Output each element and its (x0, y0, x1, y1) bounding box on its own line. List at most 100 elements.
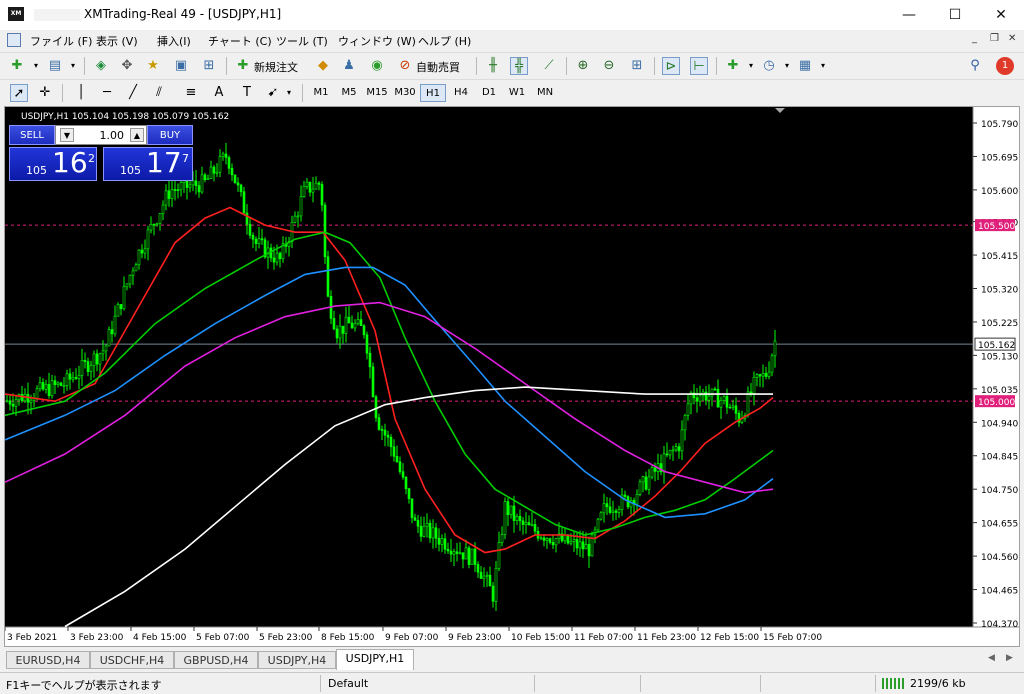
candle-body (641, 476, 645, 483)
menu-file[interactable]: ファイル (F) (30, 33, 92, 49)
tab-usdjpy-h1[interactable]: USDJPY,H1 (336, 649, 414, 670)
navigator-star-icon[interactable]: ★ (144, 57, 162, 75)
menu-chart[interactable]: チャート (C) (208, 33, 272, 49)
candle-body (71, 377, 75, 380)
auto-trading-button[interactable]: 自動売買 (416, 59, 460, 75)
candle-body (497, 542, 501, 569)
timeframe-m15[interactable]: M15 (364, 84, 390, 102)
auto-trading-icon[interactable]: ⊘ (396, 57, 414, 75)
lot-increase-icon[interactable]: ▲ (130, 128, 144, 142)
candle-body (587, 544, 591, 557)
horizontal-line-icon[interactable]: ─ (98, 84, 116, 102)
tab-eurusd-h4[interactable]: EURUSD,H4 (6, 651, 90, 669)
candle-body (125, 283, 129, 288)
text-icon[interactable]: A (210, 84, 228, 102)
timeframe-d1[interactable]: D1 (476, 84, 502, 102)
arrows-dropdown-icon[interactable]: ▾ (280, 84, 298, 102)
periods-icon[interactable]: ◷ (760, 57, 778, 75)
new-chart-icon[interactable]: ✚ (8, 57, 26, 75)
candle-body (356, 319, 360, 325)
search-icon[interactable]: ⚲ (966, 57, 984, 75)
candle-body (179, 182, 183, 191)
periods-dropdown-icon[interactable]: ▾ (778, 57, 796, 75)
profiles-dropdown-icon[interactable]: ▾ (64, 57, 82, 75)
tile-windows-icon[interactable]: ⊞ (628, 57, 646, 75)
crosshair-icon[interactable]: ✛ (36, 84, 54, 102)
vertical-line-icon[interactable]: │ (72, 84, 90, 102)
candle-body (551, 542, 555, 546)
line-chart-icon[interactable]: ⟋ (540, 57, 558, 75)
candle-body (206, 178, 210, 181)
sell-button[interactable]: SELL (9, 125, 55, 145)
candle-body (404, 476, 408, 490)
cursor-icon[interactable]: ➚ (10, 84, 28, 102)
market-icon[interactable]: ◉ (368, 57, 386, 75)
toolbar-separator (654, 57, 655, 75)
auto-scroll-icon[interactable]: ⊳ (662, 57, 680, 75)
candle-body (221, 153, 225, 157)
templates-icon[interactable]: ▦ (796, 57, 814, 75)
candlestick-chart-icon[interactable]: ╬ (510, 57, 528, 75)
menu-window[interactable]: ウィンドウ (W) (338, 33, 416, 49)
terminal-icon[interactable]: ▣ (172, 57, 190, 75)
lot-decrease-icon[interactable]: ▼ (60, 128, 74, 142)
new-order-icon[interactable]: ✚ (234, 57, 252, 75)
metaeditor-icon[interactable]: ◆ (314, 57, 332, 75)
chart-plot-area (5, 107, 973, 627)
candle-body (452, 551, 456, 555)
timeframe-mn[interactable]: MN (532, 84, 558, 102)
indicators-icon[interactable]: ✚ (724, 57, 742, 75)
sell-price[interactable]: 105 16 2 (9, 146, 97, 181)
new-order-button[interactable]: 新規注文 (254, 59, 298, 75)
menu-view[interactable]: 表示 (V) (96, 33, 138, 49)
mdi-minimize-button[interactable]: _ (972, 33, 977, 44)
buy-price[interactable]: 105 17 7 (103, 146, 193, 181)
trendline-icon[interactable]: ╱ (124, 84, 142, 102)
timeframe-m5[interactable]: M5 (336, 84, 362, 102)
candle-body (137, 249, 141, 266)
buy-button[interactable]: BUY (147, 125, 193, 145)
chart-shift-icon[interactable]: ⊢ (690, 57, 708, 75)
menu-help[interactable]: ヘルプ (H) (418, 33, 471, 49)
mdi-close-button[interactable]: ✕ (1008, 33, 1016, 44)
candle-body (77, 374, 81, 379)
timeframe-w1[interactable]: W1 (504, 84, 530, 102)
timeframe-m1[interactable]: M1 (308, 84, 334, 102)
candle-body (623, 494, 627, 497)
timeframe-h4[interactable]: H4 (448, 84, 474, 102)
menu-tools[interactable]: ツール (T) (276, 33, 328, 49)
price-tick-label: 105.600 (981, 187, 1018, 197)
lot-size-field[interactable]: ▼ 1.00 ▲ (55, 125, 147, 145)
tab-usdjpy-h4[interactable]: USDJPY,H4 (258, 651, 336, 669)
price-chart[interactable]: 105.790105.695105.600105.510105.415105.3… (5, 107, 1019, 646)
mdi-restore-button[interactable]: ❐ (990, 33, 999, 44)
timeframe-m30[interactable]: M30 (392, 84, 418, 102)
new-chart-dropdown-icon[interactable]: ▾ (27, 57, 45, 75)
menu-insert[interactable]: 挿入(I) (157, 33, 191, 49)
signals-icon[interactable]: ♟ (340, 57, 358, 75)
timeframe-h1[interactable]: H1 (420, 84, 446, 102)
market-watch-icon[interactable]: ◈ (92, 57, 110, 75)
strategy-tester-icon[interactable]: ⊞ (200, 57, 218, 75)
tab-usdchf-h4[interactable]: USDCHF,H4 (90, 651, 174, 669)
text-label-icon[interactable]: T (238, 84, 256, 102)
status-traffic: 2199/6 kb (910, 677, 966, 690)
indicators-dropdown-icon[interactable]: ▾ (742, 57, 760, 75)
alerts-badge[interactable]: 1 (996, 57, 1014, 75)
zoom-in-icon[interactable]: ⊕ (574, 57, 592, 75)
profiles-icon[interactable]: ▤ (46, 57, 64, 75)
minimize-button[interactable]: — (886, 0, 932, 30)
close-button[interactable]: ✕ (978, 0, 1024, 30)
equidistant-channel-icon[interactable]: ⫽ (150, 84, 168, 102)
fibonacci-icon[interactable]: ≡ (182, 84, 200, 102)
tab-scroll-left-icon[interactable]: ◀ (988, 653, 995, 663)
tab-gbpusd-h4[interactable]: GBPUSD,H4 (174, 651, 258, 669)
templates-dropdown-icon[interactable]: ▾ (814, 57, 832, 75)
navigator-crosshair-icon[interactable]: ✥ (118, 57, 136, 75)
candle-body (494, 567, 498, 602)
tab-scroll-right-icon[interactable]: ▶ (1006, 653, 1013, 663)
bar-chart-icon[interactable]: ╫ (484, 57, 502, 75)
maximize-button[interactable]: ☐ (932, 0, 978, 30)
zoom-out-icon[interactable]: ⊖ (600, 57, 618, 75)
candle-body (347, 316, 351, 324)
